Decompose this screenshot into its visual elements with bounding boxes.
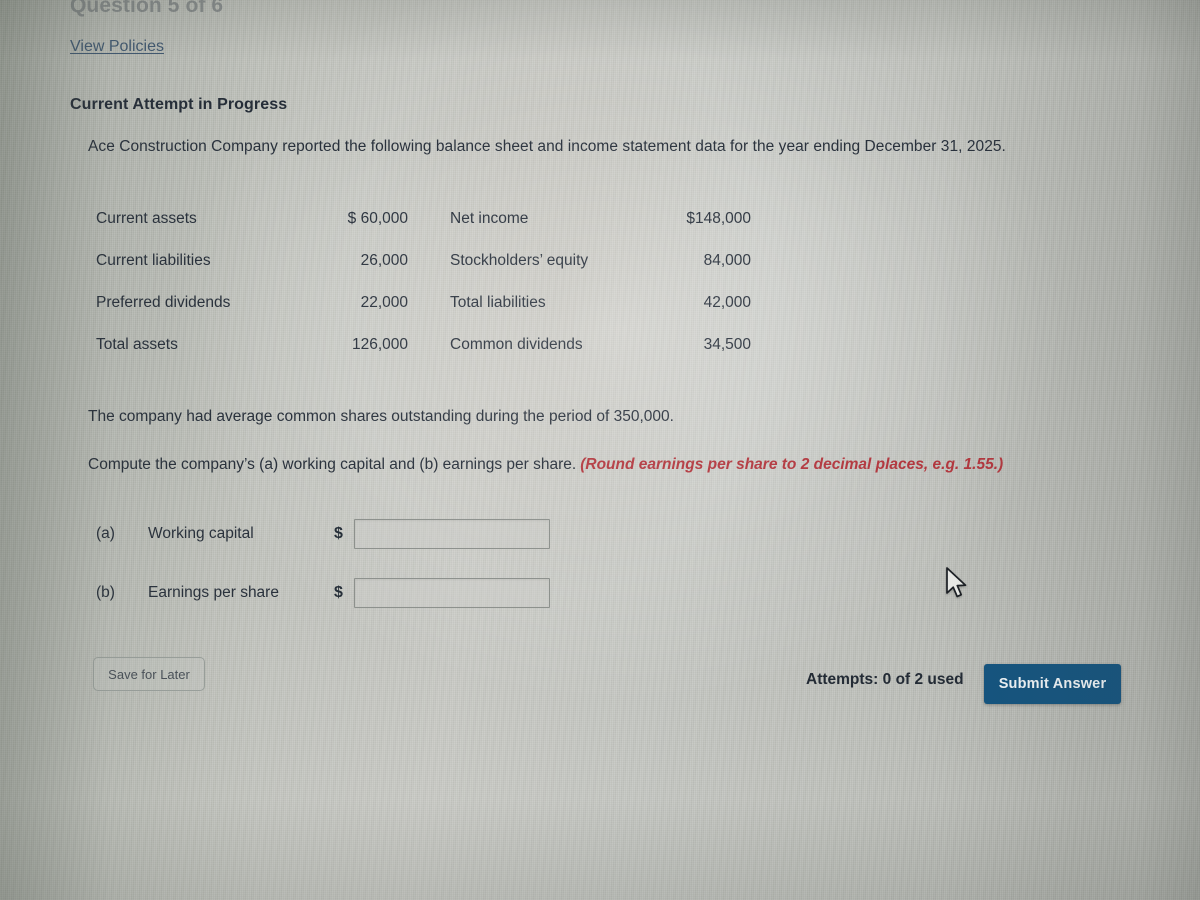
row-value-common-dividends: 34,500 (703, 336, 751, 353)
row-label-total-liabilities: Total liabilities (450, 294, 546, 311)
answer-letter-a: (a) (96, 525, 115, 542)
compute-instruction: Compute the company’s (a) working capita… (88, 456, 1003, 474)
table-column-gap (408, 282, 450, 324)
earnings-per-share-input[interactable] (354, 578, 550, 608)
table-row: Current liabilities 26,000 Stockholders’… (96, 240, 751, 282)
row-label-preferred-dividends: Preferred dividends (96, 294, 231, 311)
compute-prompt-text: Compute the company’s (a) working capita… (88, 456, 577, 473)
view-policies-link[interactable]: View Policies (70, 38, 164, 56)
row-value-current-assets: $ 60,000 (347, 210, 408, 227)
average-shares-note: The company had average common shares ou… (88, 408, 674, 425)
row-label-current-liabilities: Current liabilities (96, 252, 211, 269)
table-column-gap (408, 240, 450, 282)
question-page: Question 5 of 6 View Policies Current At… (0, 0, 1200, 900)
row-label-stockholders-equity: Stockholders’ equity (450, 252, 589, 269)
question-number-heading: Question 5 of 6 (70, 0, 224, 17)
submit-answer-button[interactable]: Submit Answer (984, 664, 1121, 704)
financial-table-body: Current assets $ 60,000 Net income $148,… (96, 198, 751, 366)
row-value-stockholders-equity: 84,000 (703, 252, 751, 269)
answer-row-working-capital: (a) Working capital $ (96, 518, 550, 550)
rounding-hint-text: (Round earnings per share to 2 decimal p… (580, 456, 1004, 473)
table-row: Preferred dividends 22,000 Total liabili… (96, 282, 751, 324)
row-value-current-liabilities: 26,000 (360, 252, 408, 269)
problem-intro-text: Ace Construction Company reported the fo… (88, 138, 1006, 155)
row-label-net-income: Net income (450, 210, 529, 227)
answer-label-earnings-per-share: Earnings per share (148, 584, 279, 601)
row-value-preferred-dividends: 22,000 (360, 294, 408, 311)
answer-row-earnings-per-share: (b) Earnings per share $ (96, 577, 550, 609)
save-for-later-button[interactable]: Save for Later (93, 657, 205, 691)
table-row: Total assets 126,000 Common dividends 34… (96, 324, 751, 366)
row-label-current-assets: Current assets (96, 210, 197, 227)
financial-data-table: Current assets $ 60,000 Net income $148,… (96, 198, 751, 366)
table-row: Current assets $ 60,000 Net income $148,… (96, 198, 751, 240)
row-label-common-dividends: Common dividends (450, 336, 583, 353)
answer-letter-b: (b) (96, 584, 115, 601)
attempts-counter: Attempts: 0 of 2 used (806, 671, 964, 688)
working-capital-input[interactable] (354, 519, 550, 549)
table-column-gap (408, 324, 450, 366)
row-value-total-assets: 126,000 (351, 336, 408, 353)
table-column-gap (408, 198, 450, 240)
row-label-total-assets: Total assets (96, 336, 178, 353)
answer-label-working-capital: Working capital (148, 525, 254, 542)
currency-symbol: $ (334, 525, 343, 542)
current-attempt-heading: Current Attempt in Progress (70, 96, 288, 113)
mouse-arrow-pointer-icon (946, 567, 967, 598)
row-value-total-liabilities: 42,000 (703, 294, 751, 311)
currency-symbol: $ (334, 584, 343, 601)
row-value-net-income: $148,000 (686, 210, 751, 227)
